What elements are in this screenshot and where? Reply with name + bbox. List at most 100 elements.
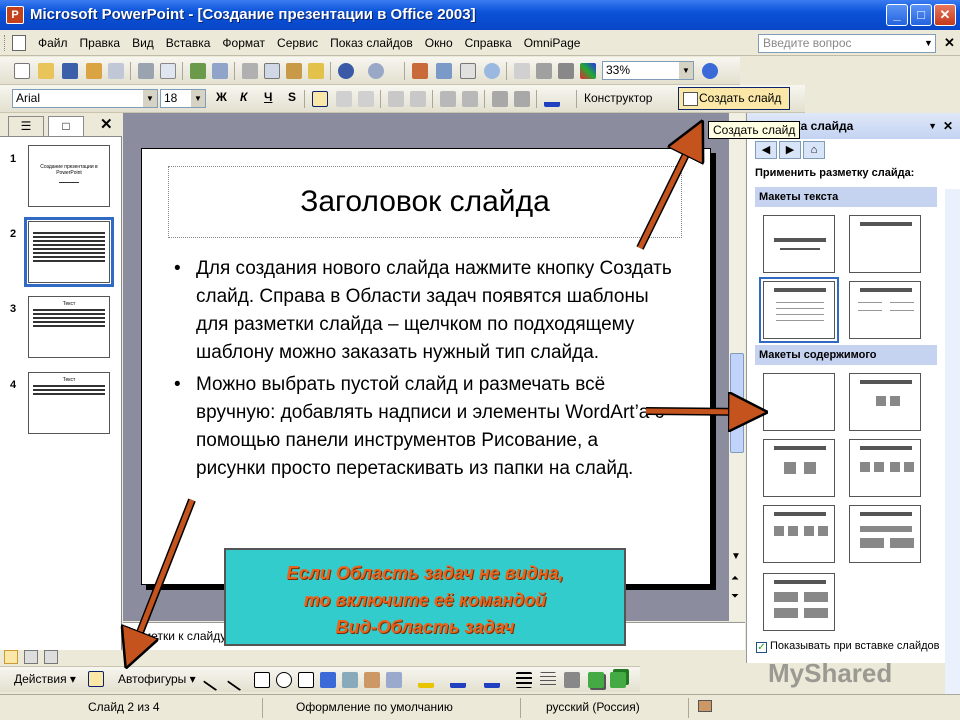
textbox-icon[interactable] — [298, 672, 314, 688]
help-dropdown-icon[interactable]: ▼ — [924, 38, 933, 48]
previous-slide-icon[interactable]: ⏶ — [731, 573, 739, 584]
line-style-icon[interactable] — [516, 672, 532, 688]
slide-thumbnail-3[interactable]: Текст — [28, 296, 110, 358]
grid-icon[interactable] — [558, 63, 574, 79]
decrease-font-icon[interactable] — [462, 91, 478, 107]
line-icon[interactable] — [202, 668, 226, 692]
task-pane-scrollbar[interactable] — [945, 189, 960, 709]
menu-file[interactable]: Файл — [38, 36, 68, 50]
checkbox-checked-icon[interactable]: ✓ — [756, 642, 767, 653]
menu-help[interactable]: Справка — [465, 36, 512, 50]
diagram-icon[interactable] — [342, 672, 358, 688]
slide-thumbnail-1[interactable]: Создание презентации в PowerPoint — [28, 145, 110, 207]
menu-window[interactable]: Окно — [425, 36, 453, 50]
menubar-grip[interactable] — [4, 35, 7, 51]
arrow-icon[interactable] — [226, 668, 250, 692]
next-slide-icon[interactable]: ⏷ — [731, 591, 739, 602]
cut-icon[interactable] — [242, 63, 258, 79]
document-icon[interactable] — [12, 35, 26, 51]
layout-two-columns[interactable] — [849, 281, 921, 339]
draw-font-color-icon[interactable] — [484, 672, 500, 688]
zoom-dropdown-icon[interactable]: ▼ — [679, 62, 693, 79]
spelling-status-icon[interactable] — [698, 700, 712, 712]
redo-icon[interactable] — [368, 63, 384, 79]
dash-style-icon[interactable] — [540, 672, 556, 688]
font-size-dropdown-icon[interactable]: ▼ — [191, 90, 205, 107]
font-color-icon[interactable] — [544, 91, 560, 107]
slide-title[interactable]: Заголовок слайда — [168, 185, 682, 219]
align-center-icon[interactable] — [336, 91, 352, 107]
insert-clipart-icon[interactable] — [484, 63, 500, 79]
clipart-icon[interactable] — [364, 672, 380, 688]
zoom-select[interactable]: 33% ▼ — [602, 61, 694, 80]
increase-indent-icon[interactable] — [514, 91, 530, 107]
bullets-icon[interactable] — [410, 91, 426, 107]
arrow-style-icon[interactable] — [564, 672, 580, 688]
font-name-select[interactable]: Arial ▼ — [12, 89, 158, 108]
powerpoint-app-icon[interactable]: P — [6, 6, 24, 24]
new-slide-button[interactable]: Создать слайд — [678, 87, 790, 110]
layout-content-over[interactable] — [849, 505, 921, 563]
layout-title-two-content[interactable] — [763, 505, 835, 563]
spelling-icon[interactable] — [190, 63, 206, 79]
menu-insert[interactable]: Вставка — [166, 36, 211, 50]
numbering-icon[interactable] — [388, 91, 404, 107]
slide-body[interactable]: Для создания нового слайда нажмите кнопк… — [172, 255, 672, 487]
align-left-icon[interactable] — [312, 91, 328, 107]
underline-button[interactable]: Ч — [264, 90, 272, 104]
format-painter-icon[interactable] — [308, 63, 324, 79]
forward-icon[interactable]: ▶ — [779, 141, 801, 159]
menu-view[interactable]: Вид — [132, 36, 154, 50]
align-right-icon[interactable] — [358, 91, 374, 107]
layout-title-content[interactable] — [763, 439, 835, 497]
menu-tools[interactable]: Сервис — [277, 36, 318, 50]
save-icon[interactable] — [62, 63, 78, 79]
slide-thumbnail-2[interactable] — [24, 217, 114, 287]
actions-menu[interactable]: Действия ▾ — [14, 672, 76, 686]
insert-chart-icon[interactable] — [412, 63, 428, 79]
expand-all-icon[interactable] — [514, 63, 530, 79]
fill-color-icon[interactable] — [418, 672, 434, 688]
menu-format[interactable]: Формат — [222, 36, 265, 50]
font-size-select[interactable]: 18 ▼ — [160, 89, 206, 108]
slide-vertical-scrollbar[interactable]: ▼ ⏶ ⏷ — [729, 113, 745, 621]
color-grayscale-icon[interactable] — [580, 63, 596, 79]
layout-content[interactable] — [849, 373, 921, 431]
open-folder-icon[interactable] — [38, 63, 54, 79]
tab-slides[interactable]: □ — [48, 116, 84, 136]
increase-font-icon[interactable] — [440, 91, 456, 107]
layout-four-content[interactable] — [763, 573, 835, 631]
document-close-icon[interactable]: ✕ — [944, 35, 955, 51]
new-document-icon[interactable] — [14, 63, 30, 79]
select-pointer-icon[interactable] — [88, 671, 104, 687]
font-name-dropdown-icon[interactable]: ▼ — [143, 90, 157, 107]
picture-icon[interactable] — [386, 672, 402, 688]
task-pane-close-icon[interactable]: ✕ — [943, 113, 953, 139]
slideshow-icon[interactable] — [44, 650, 58, 664]
oval-icon[interactable] — [276, 672, 292, 688]
line-color-icon[interactable] — [450, 672, 466, 688]
copy-icon[interactable] — [264, 63, 280, 79]
panel-close-icon[interactable]: ✕ — [100, 115, 113, 133]
home-icon[interactable]: ⌂ — [803, 141, 825, 159]
close-button[interactable]: ✕ — [934, 4, 956, 26]
back-icon[interactable]: ◀ — [755, 141, 777, 159]
wordart-icon[interactable] — [320, 672, 336, 688]
normal-view-icon[interactable] — [4, 650, 18, 664]
print-icon[interactable] — [138, 63, 154, 79]
layout-blank[interactable] — [763, 373, 835, 431]
layout-title-slide[interactable] — [763, 215, 835, 273]
insert-diagram-icon[interactable] — [460, 63, 476, 79]
help-icon[interactable] — [702, 63, 718, 79]
scroll-down-icon[interactable]: ▼ — [731, 551, 741, 562]
undo-icon[interactable] — [338, 63, 354, 79]
permission-icon[interactable] — [86, 63, 102, 79]
help-question-input[interactable]: Введите вопрос — [758, 34, 936, 53]
menu-omnipage[interactable]: OmniPage — [524, 36, 581, 50]
email-icon[interactable] — [108, 63, 124, 79]
show-on-insert-checkbox[interactable]: ✓ Показывать при вставке слайдов — [756, 640, 940, 653]
tab-outline[interactable]: ☰ — [8, 116, 44, 136]
layout-title-only[interactable] — [849, 215, 921, 273]
designer-button[interactable]: Конструктор — [584, 91, 652, 105]
task-pane-dropdown-icon[interactable]: ▼ — [928, 113, 937, 139]
